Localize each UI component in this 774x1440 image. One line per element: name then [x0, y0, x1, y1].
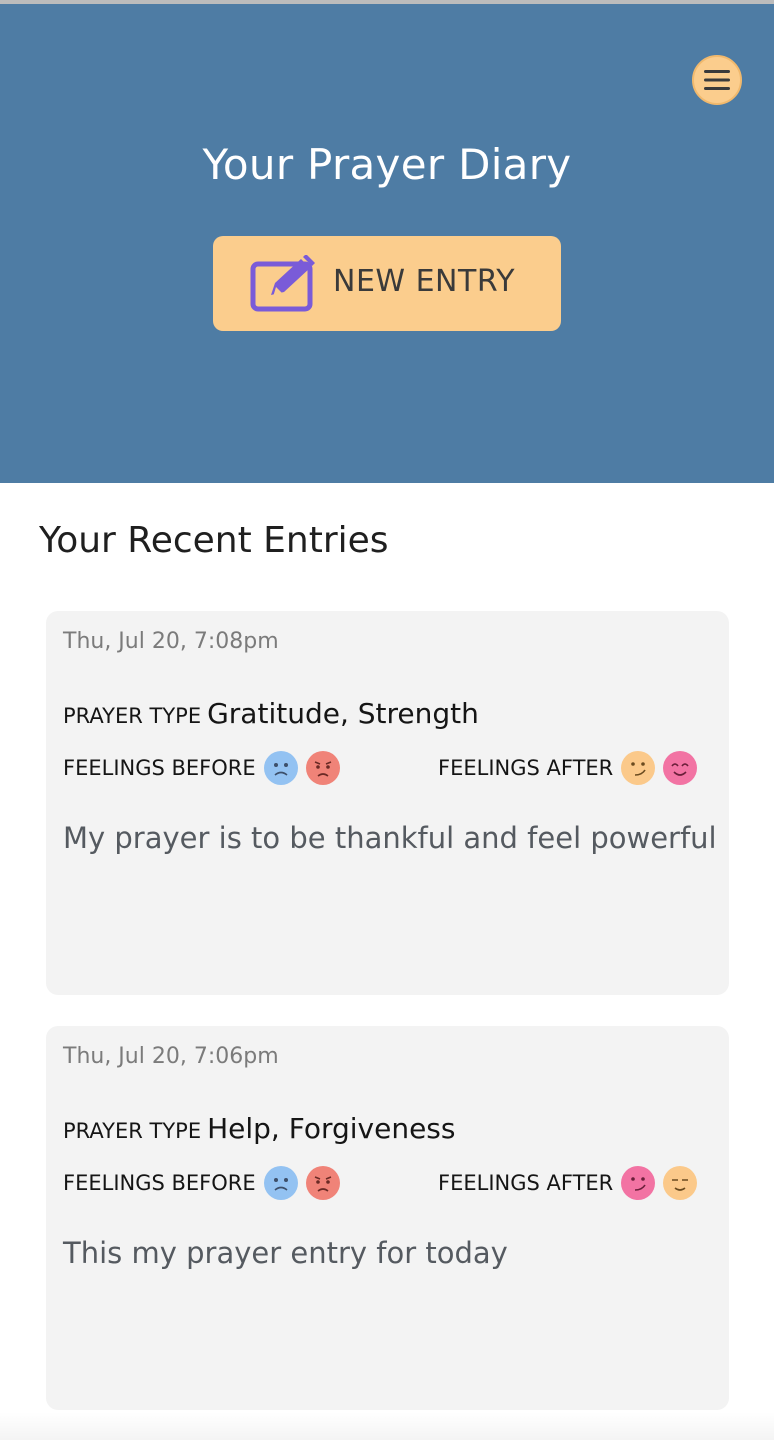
- prayer-type-value: Gratitude, Strength: [207, 697, 479, 730]
- feelings-after: FEELINGS AFTER: [438, 1166, 705, 1200]
- bottom-edge: [0, 1412, 774, 1440]
- smirk-face-icon: [621, 1166, 656, 1200]
- entry-date: Thu, Jul 20, 7:06pm: [63, 1044, 279, 1069]
- new-entry-button[interactable]: NEW ENTRY: [213, 236, 561, 331]
- hamburger-menu-icon: [704, 70, 730, 90]
- prayer-type-value: Help, Forgiveness: [207, 1112, 456, 1145]
- smiling-face-icon: [663, 751, 698, 785]
- feelings-before-label: FEELINGS BEFORE: [63, 756, 256, 780]
- entry-card[interactable]: Thu, Jul 20, 7:08pm PRAYER TYPE Gratitude…: [46, 611, 729, 995]
- entry-text: My prayer is to be thankful and feel pow…: [63, 821, 717, 855]
- edit-icon: [249, 255, 319, 312]
- page-title: Your Prayer Diary: [202, 140, 572, 189]
- prayer-type-label: PRAYER TYPE: [63, 704, 202, 728]
- sad-face-icon: [263, 751, 298, 785]
- feelings-before-label: FEELINGS BEFORE: [63, 1171, 256, 1195]
- content-face-icon: [663, 1166, 698, 1200]
- feelings-after-label: FEELINGS AFTER: [438, 756, 614, 780]
- angry-face-icon: [305, 751, 340, 785]
- feelings-after-label: FEELINGS AFTER: [438, 1171, 614, 1195]
- section-title: Your Recent Entries: [39, 520, 389, 561]
- sad-face-icon: [263, 1166, 298, 1200]
- menu-button[interactable]: [692, 55, 742, 105]
- feelings-before: FEELINGS BEFORE: [63, 751, 348, 785]
- entry-date: Thu, Jul 20, 7:08pm: [63, 629, 279, 654]
- entry-text: This my prayer entry for today: [63, 1236, 508, 1270]
- header-banner: Your Prayer Diary NEW ENTRY: [0, 4, 774, 483]
- prayer-type-row: PRAYER TYPE Help, Forgiveness: [63, 1112, 455, 1145]
- angry-face-icon: [305, 1166, 340, 1200]
- new-entry-label: NEW ENTRY: [333, 264, 516, 299]
- feelings-after: FEELINGS AFTER: [438, 751, 705, 785]
- entry-card[interactable]: Thu, Jul 20, 7:06pm PRAYER TYPE Help, For…: [46, 1026, 729, 1410]
- prayer-type-label: PRAYER TYPE: [63, 1119, 202, 1143]
- smirk-face-icon: [621, 751, 656, 785]
- prayer-type-row: PRAYER TYPE Gratitude, Strength: [63, 697, 479, 730]
- feelings-before: FEELINGS BEFORE: [63, 1166, 348, 1200]
